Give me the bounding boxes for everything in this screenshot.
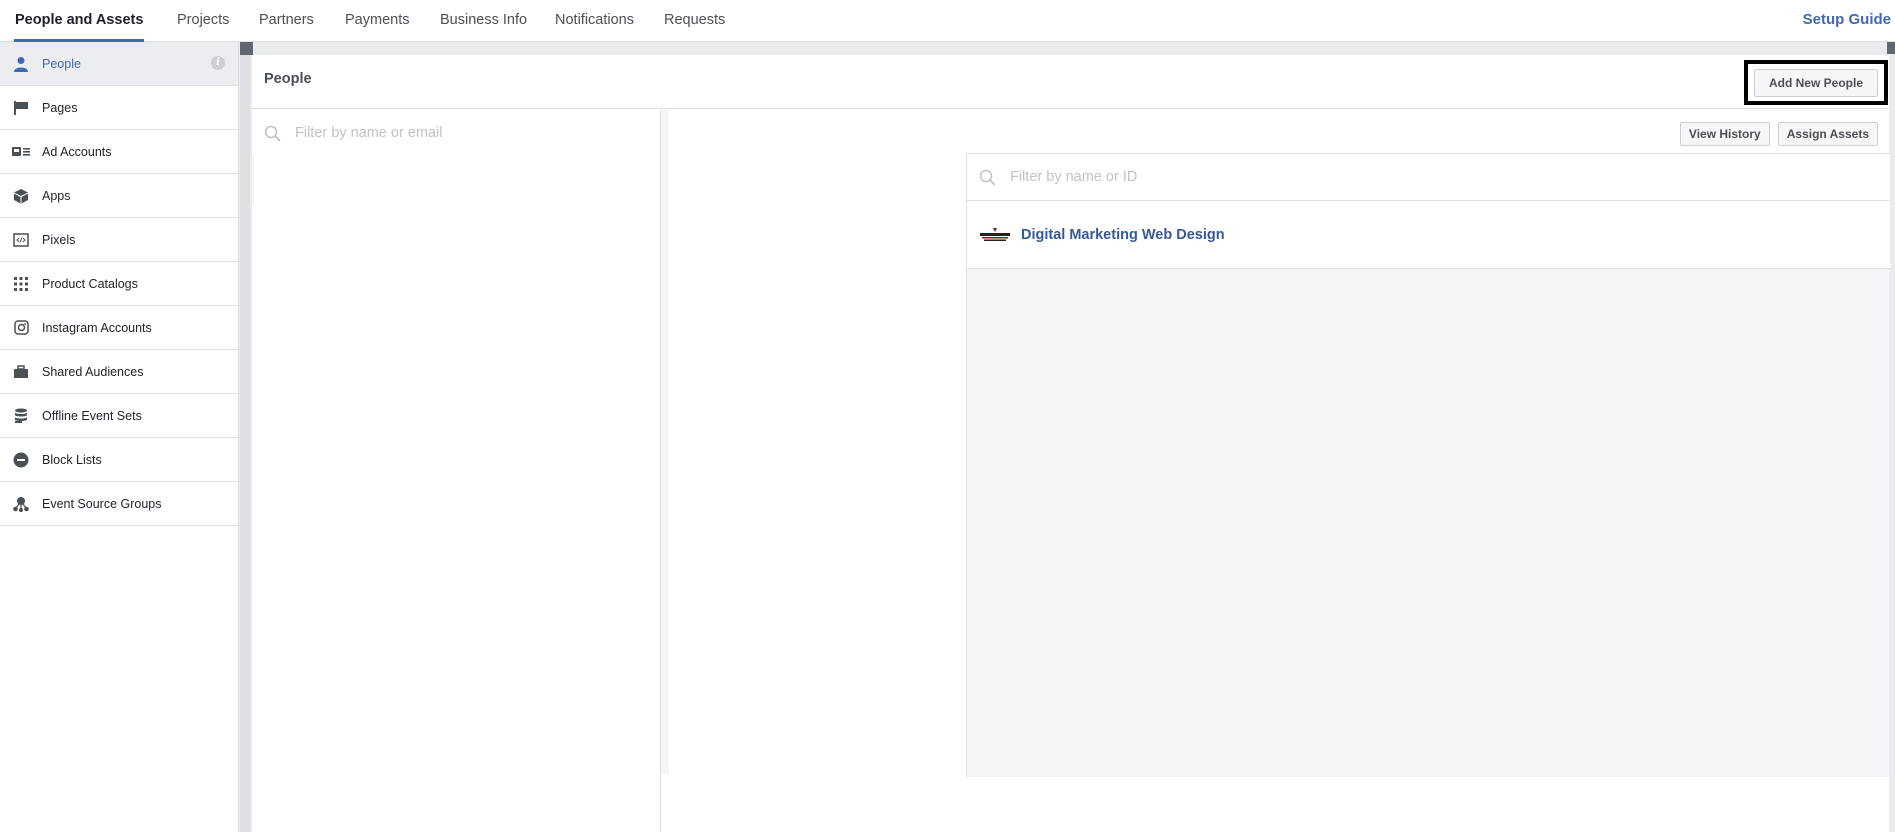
search-icon — [979, 169, 1001, 186]
person-icon — [0, 56, 42, 72]
sidebar-item-event-source-groups[interactable]: Event Source Groups — [0, 482, 238, 526]
sidebar-item-ad-accounts[interactable]: Ad Accounts — [0, 130, 238, 174]
network-icon — [0, 496, 42, 512]
code-icon — [0, 232, 42, 247]
ad-account-icon — [0, 146, 42, 158]
view-history-button[interactable]: View History — [1679, 122, 1770, 146]
sidebar-item-label: Event Source Groups — [42, 496, 162, 511]
sidebar-item-apps[interactable]: Apps — [0, 174, 238, 218]
sidebar-item-label: Instagram Accounts — [42, 320, 152, 335]
sidebar-item-instagram-accounts[interactable]: Instagram Accounts — [0, 306, 238, 350]
sidebar-item-label: Apps — [42, 188, 71, 203]
tab-payments[interactable]: Payments — [345, 0, 409, 42]
briefcase-icon — [0, 364, 42, 379]
assets-panel: Digital Marketing Web Design — [966, 153, 1890, 777]
assets-search-input[interactable] — [1010, 169, 1310, 185]
tab-projects[interactable]: Projects — [177, 0, 229, 42]
sidebar-item-offline-event-sets[interactable]: Offline Event Sets — [0, 394, 238, 438]
people-list-panel — [252, 110, 661, 832]
page-logo — [979, 226, 1011, 243]
sidebar-item-label: Product Catalogs — [42, 276, 138, 291]
tab-people-and-assets[interactable]: People and Assets — [14, 0, 145, 42]
main-left-gutter — [240, 42, 253, 832]
sidebar-item-label: Ad Accounts — [42, 144, 112, 159]
add-new-people-button-highlight: Add New People — [1744, 60, 1888, 105]
scroll-handle[interactable] — [240, 42, 253, 55]
sidebar-item-label: Block Lists — [42, 452, 102, 467]
cube-icon — [0, 188, 42, 204]
grid-icon — [0, 276, 42, 291]
assets-search — [967, 153, 1890, 201]
card-header: People Add New People — [252, 55, 1889, 109]
list-item[interactable]: Digital Marketing Web Design — [967, 201, 1890, 269]
flag-icon — [0, 100, 42, 116]
top-navigation: People and Assets Projects Partners Paym… — [0, 0, 1895, 42]
assign-assets-button[interactable]: Assign Assets — [1777, 122, 1878, 146]
sidebar-item-label: Shared Audiences — [42, 364, 144, 379]
detail-divider — [661, 110, 669, 775]
tab-partners[interactable]: Partners — [259, 0, 314, 42]
add-new-people-button[interactable]: Add New People — [1754, 68, 1878, 97]
people-search — [252, 110, 660, 156]
sidebar-item-label: Offline Event Sets — [42, 408, 142, 423]
sidebar-item-label: Pages — [42, 100, 78, 115]
tab-requests[interactable]: Requests — [664, 0, 725, 42]
page-title: People — [264, 71, 312, 87]
sidebar-item-shared-audiences[interactable]: Shared Audiences — [0, 350, 238, 394]
sidebar-item-block-lists[interactable]: Block Lists — [0, 438, 238, 482]
detail-actions: View History Assign Assets — [1679, 122, 1878, 146]
sidebar-item-product-catalogs[interactable]: Product Catalogs — [0, 262, 238, 306]
instagram-icon — [0, 320, 42, 335]
asset-name[interactable]: Digital Marketing Web Design — [1021, 227, 1225, 243]
tab-notifications[interactable]: Notifications — [555, 0, 634, 42]
database-icon — [0, 408, 42, 424]
scroll-handle-right[interactable] — [1887, 42, 1895, 54]
sidebar: People i Pages Ad Accounts Apps Pixels P… — [0, 42, 239, 832]
search-icon — [264, 125, 286, 142]
sidebar-item-label: Pixels — [42, 232, 76, 247]
sidebar-item-pages[interactable]: Pages — [0, 86, 238, 130]
sidebar-item-people[interactable]: People i — [0, 42, 238, 86]
info-icon[interactable]: i — [211, 56, 225, 70]
people-list — [254, 156, 660, 822]
tab-business-info[interactable]: Business Info — [440, 0, 527, 42]
sidebar-item-label: People — [42, 56, 81, 71]
sidebar-item-pixels[interactable]: Pixels — [0, 218, 238, 262]
setup-guide-link[interactable]: Setup Guide — [1803, 0, 1891, 40]
minus-circle-icon — [0, 452, 42, 468]
people-search-input[interactable] — [295, 125, 595, 141]
